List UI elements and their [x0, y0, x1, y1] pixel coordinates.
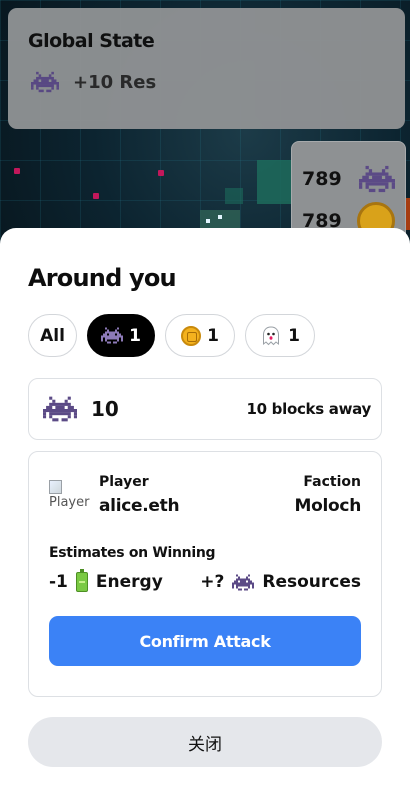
faction-label: Faction: [303, 474, 361, 490]
map-building: [257, 160, 291, 204]
filter-coin-chip[interactable]: 1: [165, 314, 235, 357]
target-row[interactable]: 10 10 blocks away: [28, 378, 382, 440]
filter-ghost-chip[interactable]: 1: [245, 314, 315, 357]
battery-icon: [75, 569, 88, 592]
map-spark: [206, 219, 210, 223]
player-avatar-alt: Player: [49, 495, 90, 510]
attack-card: Player Player alice.eth Faction Moloch E…: [28, 451, 382, 697]
filter-all-label: All: [40, 325, 65, 346]
invader-icon: [359, 165, 395, 193]
sheet-title: Around you: [28, 264, 177, 292]
invader-icon: [101, 327, 124, 344]
target-distance: 10 blocks away: [246, 400, 371, 418]
invader-icon: [232, 574, 255, 590]
player-info: Player alice.eth: [99, 474, 180, 516]
energy-delta: -1: [49, 572, 68, 592]
faction-info: Faction Moloch: [294, 474, 362, 516]
resources-estimate: +? Resources: [200, 572, 361, 592]
map-marker: [14, 168, 20, 174]
filter-invader-count: 1: [129, 325, 141, 346]
side-invader-value: 789: [302, 168, 342, 190]
invader-icon: [31, 71, 59, 93]
player-avatar: Player: [49, 480, 91, 520]
confirm-attack-button[interactable]: Confirm Attack: [49, 616, 361, 666]
global-state-title: Global State: [28, 30, 155, 52]
close-button[interactable]: 关闭: [28, 717, 382, 767]
estimates-label: Estimates on Winning: [49, 545, 216, 561]
resources-delta: +?: [200, 572, 225, 592]
broken-image-icon: [49, 480, 62, 494]
filter-chips: All 1 1 1: [28, 314, 382, 357]
filter-coin-count: 1: [207, 325, 219, 346]
energy-label: Energy: [95, 572, 163, 592]
global-resources-delta: +10 Res: [73, 71, 157, 93]
coin-icon: [181, 325, 202, 346]
global-state-card: Global State +10 Res: [8, 8, 405, 129]
map-marker: [93, 193, 99, 199]
faction-name: Moloch: [294, 496, 362, 516]
filter-ghost-count: 1: [288, 325, 300, 346]
ghost-icon: [263, 325, 280, 345]
resource-side-panel: 789 789: [291, 141, 406, 241]
map-building: [225, 188, 243, 204]
filter-invader-chip[interactable]: 1: [87, 314, 155, 357]
around-you-sheet: Around you All 1 1 1 10 10 blocks away P…: [0, 228, 410, 793]
map-spark: [218, 215, 222, 219]
resources-label: Resources: [262, 572, 361, 592]
map-marker: [158, 170, 164, 176]
filter-all-chip[interactable]: All: [28, 314, 77, 357]
player-name: alice.eth: [99, 496, 180, 516]
global-resources-row: +10 Res: [28, 70, 385, 94]
side-row-invader: 789: [302, 162, 395, 196]
invader-icon: [43, 396, 77, 422]
estimates-row: -1 Energy +? Resources: [49, 569, 361, 592]
player-row: Player Player alice.eth Faction Moloch: [49, 474, 361, 520]
target-value: 10: [91, 397, 119, 421]
player-label: Player: [99, 474, 149, 490]
